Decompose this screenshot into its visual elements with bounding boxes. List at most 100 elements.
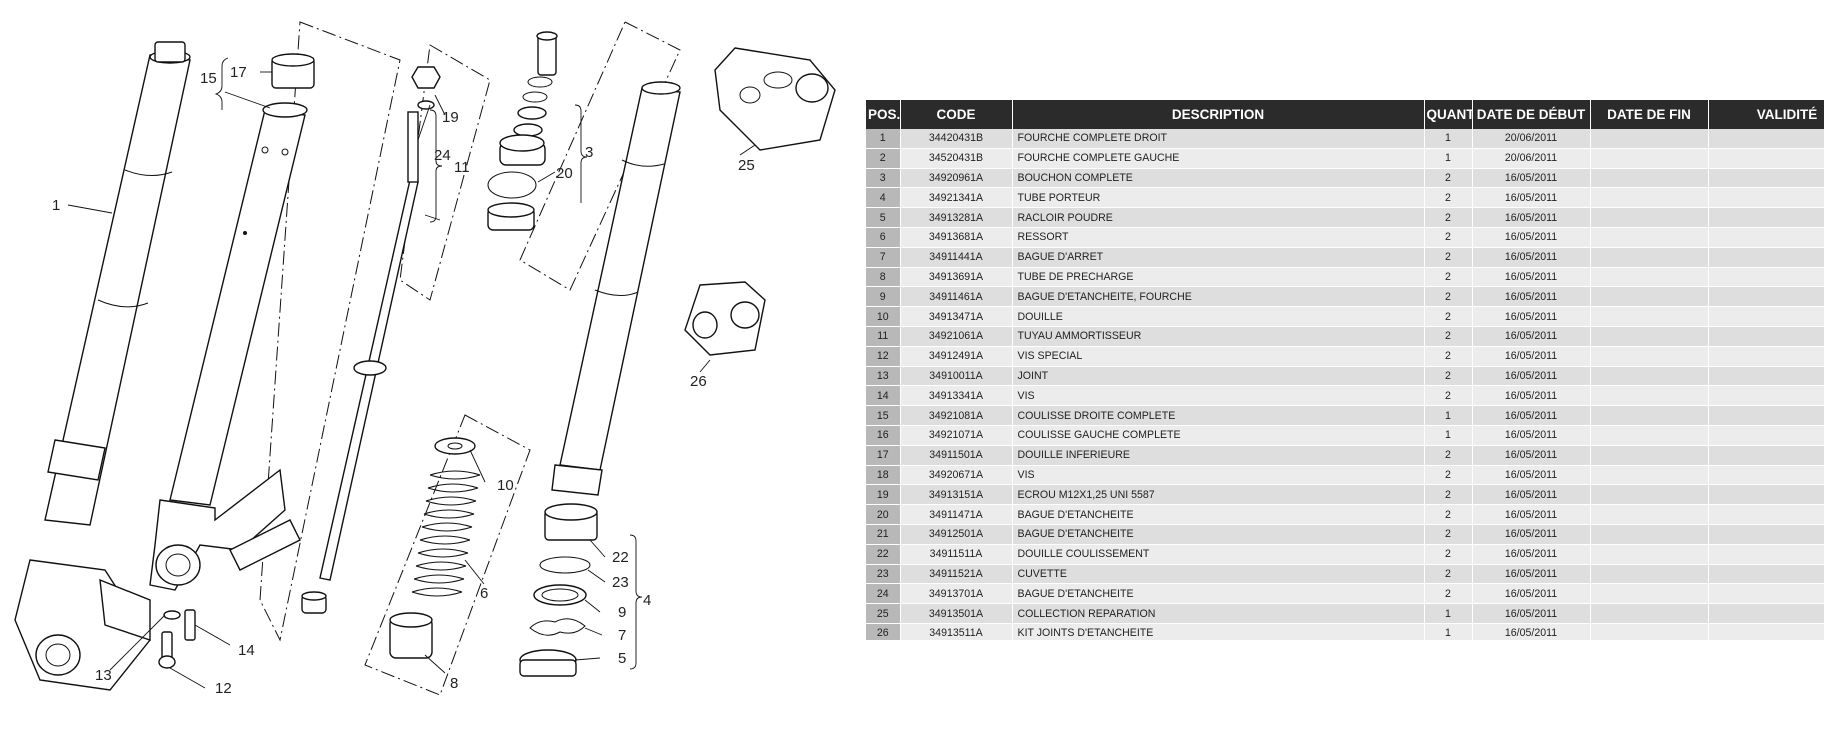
exploded-parts-diagram: 1 15 17 19 24 11 3 20 25 26 10 6 8 22 23…: [0, 0, 850, 738]
cell-code: 34921061A: [900, 326, 1013, 347]
cell-description: BAGUE D'ETANCHEITE: [1012, 583, 1425, 605]
part-fork-leg-left: [149, 102, 308, 591]
cell-end-date: [1590, 247, 1709, 268]
callout-6: 6: [480, 585, 488, 602]
cell-code: 34420431B: [900, 129, 1013, 149]
cell-code: 34920961A: [900, 168, 1013, 189]
cell-quantity: 1: [1424, 603, 1473, 624]
cell-code: 34911511A: [900, 544, 1013, 565]
cell-end-date: [1590, 465, 1709, 486]
cell-description: FOURCHE COMPLETE GAUCHE: [1012, 148, 1425, 169]
cell-validity: [1708, 366, 1824, 387]
callout-13: 13: [95, 667, 112, 684]
cell-end-date: [1590, 326, 1709, 347]
callout-7: 7: [618, 627, 626, 644]
cell-validity: [1708, 346, 1824, 367]
callout-17: 17: [230, 64, 247, 81]
cell-end-date: [1590, 484, 1709, 506]
cell-validity: [1708, 286, 1824, 308]
cell-quantity: 2: [1424, 346, 1473, 367]
cell-validity: [1708, 564, 1824, 585]
table-row: 7 34911441A BAGUE D'ARRET 2 16/05/2011: [866, 247, 1824, 268]
cell-description: BAGUE D'ETANCHEITE: [1012, 504, 1425, 525]
cell-end-date: [1590, 129, 1709, 149]
callout-15: 15: [200, 70, 217, 87]
table-row: 17 34911501A DOUILLE INFERIEURE 2 16/05/2011: [866, 445, 1824, 466]
cell-end-date: [1590, 425, 1709, 446]
callout-25: 25: [738, 157, 755, 174]
cell-description: FOURCHE COMPLETE DROIT: [1012, 129, 1425, 149]
table-row: 9 34911461A BAGUE D'ETANCHEITE, FOURCHE 2 16…: [866, 286, 1824, 308]
cell-start-date: 16/05/2011: [1472, 524, 1591, 545]
cell-description: TUYAU AMMORTISSEUR: [1012, 326, 1425, 347]
cell-quantity: 2: [1424, 484, 1473, 506]
cell-end-date: [1590, 207, 1709, 228]
table-row: 16 34921071A COULISSE GAUCHE COMPLETE 1 16/0…: [866, 425, 1824, 446]
cell-pos: 19: [866, 484, 901, 506]
cell-start-date: 16/05/2011: [1472, 623, 1591, 640]
cell-description: VIS SPECIAL: [1012, 346, 1425, 367]
callout-8: 8: [450, 675, 458, 692]
cell-start-date: 16/05/2011: [1472, 425, 1591, 446]
cell-validity: [1708, 425, 1824, 446]
table-header-row: POS. CODE DESCRIPTION QUANT. DATE DE DÉBUT DA…: [866, 100, 1824, 129]
callout-24: 24: [434, 147, 451, 164]
header-code: CODE: [900, 100, 1013, 129]
cell-end-date: [1590, 504, 1709, 525]
cell-pos: 17: [866, 445, 901, 466]
cell-description: COULISSE DROITE COMPLETE: [1012, 405, 1425, 426]
table-row: 26 34913511A KIT JOINTS D'ETANCHEITE 1 16/05…: [866, 623, 1824, 640]
table-row: 13 34910011A JOINT 2 16/05/2011: [866, 366, 1824, 387]
cell-start-date: 16/05/2011: [1472, 207, 1591, 228]
cell-code: 34913691A: [900, 267, 1013, 288]
callout-22: 22: [612, 549, 629, 566]
parts-table-container: POS. CODE DESCRIPTION QUANT. DATE DE DÉBUT DA…: [866, 100, 1824, 640]
table-body: 1 34420431B FOURCHE COMPLETE DROIT 1 20/06/2…: [866, 129, 1824, 640]
cell-start-date: 16/05/2011: [1472, 603, 1591, 624]
cell-pos: 23: [866, 564, 901, 585]
cell-description: ECROU M12X1,25 UNI 5587: [1012, 484, 1425, 506]
cell-validity: [1708, 583, 1824, 605]
cell-description: JOINT: [1012, 366, 1425, 387]
cell-end-date: [1590, 603, 1709, 624]
cell-pos: 3: [866, 168, 901, 189]
cell-end-date: [1590, 286, 1709, 308]
cell-quantity: 1: [1424, 148, 1473, 169]
cell-end-date: [1590, 306, 1709, 327]
cell-code: 34912501A: [900, 524, 1013, 545]
cell-start-date: 16/05/2011: [1472, 385, 1591, 407]
cell-start-date: 20/06/2011: [1472, 129, 1591, 149]
cell-code: 34913501A: [900, 603, 1013, 624]
part-bush-17: [271, 53, 315, 89]
cell-quantity: 2: [1424, 247, 1473, 268]
cell-validity: [1708, 267, 1824, 288]
cell-start-date: 16/05/2011: [1472, 544, 1591, 565]
cell-quantity: 2: [1424, 564, 1473, 585]
cell-code: 34913701A: [900, 583, 1013, 605]
cell-quantity: 2: [1424, 168, 1473, 189]
part-damper-cartridge: [301, 111, 419, 614]
cell-description: COLLECTION REPARATION: [1012, 603, 1425, 624]
cell-quantity: 2: [1424, 227, 1473, 248]
cell-pos: 2: [866, 148, 901, 169]
part-fork-leg-right: [14, 41, 191, 691]
cell-start-date: 16/05/2011: [1472, 247, 1591, 268]
cell-code: 34520431B: [900, 148, 1013, 169]
cell-end-date: [1590, 405, 1709, 426]
cell-quantity: 2: [1424, 544, 1473, 565]
cell-start-date: 20/06/2011: [1472, 148, 1591, 169]
cell-validity: [1708, 445, 1824, 466]
cell-quantity: 1: [1424, 405, 1473, 426]
callout-3: 3: [585, 144, 593, 161]
cell-quantity: 2: [1424, 306, 1473, 327]
cell-description: DOUILLE COULISSEMENT: [1012, 544, 1425, 565]
cell-end-date: [1590, 187, 1709, 209]
part-screws: [158, 609, 196, 669]
cell-pos: 26: [866, 623, 901, 640]
table-row: 21 34912501A BAGUE D'ETANCHEITE 2 16/05/2011: [866, 524, 1824, 545]
callout-4: 4: [643, 592, 651, 609]
cell-validity: [1708, 129, 1824, 149]
callout-14: 14: [238, 642, 255, 659]
table-row: 23 34911521A CUVETTE 2 16/05/2011: [866, 564, 1824, 585]
cell-validity: [1708, 405, 1824, 426]
